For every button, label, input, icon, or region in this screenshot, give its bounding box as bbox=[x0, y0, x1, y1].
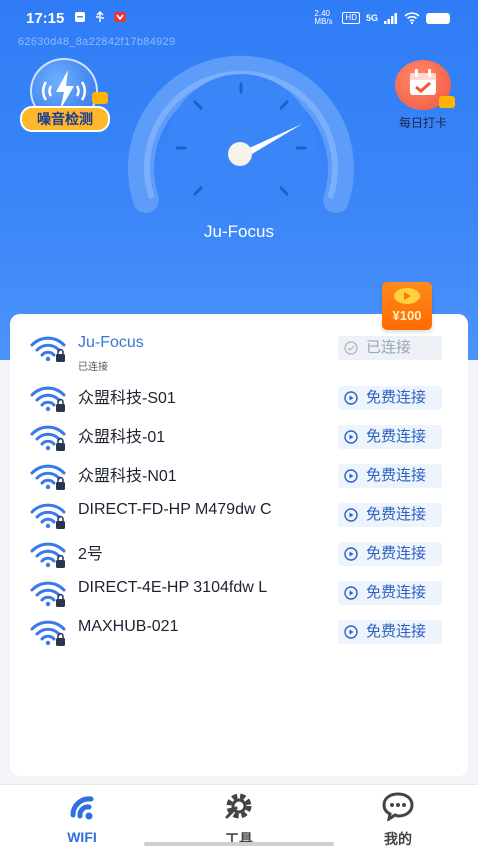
wifi-lock-icon bbox=[30, 336, 66, 362]
wifi-network-row[interactable]: 众盟科技-N01 免费连接 bbox=[30, 458, 450, 494]
tab-profile-label: 我的 bbox=[384, 831, 412, 847]
connect-button-label: 免费连接 bbox=[366, 506, 427, 523]
wifi-network-name: Ju-Focus bbox=[78, 334, 144, 351]
signal-icon bbox=[384, 12, 397, 24]
wifi-network-name: 众盟科技-01 bbox=[78, 429, 166, 446]
tab-tools[interactable]: 工具 bbox=[189, 791, 289, 849]
play-circle-icon bbox=[344, 586, 358, 600]
play-circle-icon bbox=[344, 391, 358, 405]
wifi-connection-status: 已连接 bbox=[78, 362, 108, 373]
daily-checkin-label: 每日打卡 bbox=[398, 116, 447, 130]
speed-gauge bbox=[128, 55, 354, 222]
free-connect-button[interactable]: 免费连接 bbox=[338, 542, 442, 566]
status-bar: 17:15 2.40 MB/s HD 5G bbox=[0, 0, 478, 36]
wifi-lock-icon bbox=[30, 425, 66, 451]
wifi-lock-icon bbox=[30, 464, 66, 490]
battery-icon bbox=[426, 12, 450, 24]
wifi-network-name: DIRECT-FD-HP M479dw C bbox=[78, 501, 272, 518]
free-connect-button[interactable]: 免费连接 bbox=[338, 620, 442, 644]
wifi-lock-icon bbox=[30, 386, 66, 412]
status-notification-icons bbox=[74, 11, 126, 23]
play-icon bbox=[394, 288, 420, 304]
video-badge-icon bbox=[92, 92, 108, 104]
wifi-network-row[interactable]: Ju-Focus 已连接 已连接 bbox=[30, 330, 450, 373]
wifi-status-icon bbox=[404, 12, 420, 24]
wifi-network-row[interactable]: MAXHUB-021 免费连接 bbox=[30, 614, 450, 650]
wifi-tab-icon bbox=[70, 796, 94, 820]
play-circle-icon bbox=[344, 508, 358, 522]
free-connect-button[interactable]: 免费连接 bbox=[338, 464, 442, 488]
play-circle-icon bbox=[344, 430, 358, 444]
free-connect-button[interactable]: 免费连接 bbox=[338, 425, 442, 449]
wifi-lock-icon bbox=[30, 620, 66, 646]
wifi-network-row[interactable]: DIRECT-4E-HP 3104fdw L 免费连接 bbox=[30, 575, 450, 611]
wifi-lock-icon bbox=[30, 581, 66, 607]
wifi-network-row[interactable]: 众盟科技-01 免费连接 bbox=[30, 419, 450, 455]
tools-gear-icon bbox=[225, 793, 252, 819]
wifi-lock-icon bbox=[30, 542, 66, 568]
noise-test-button[interactable]: 噪音检测 bbox=[20, 58, 110, 132]
wifi-lock-icon bbox=[30, 503, 66, 529]
wifi-network-row[interactable]: 众盟科技-S01 免费连接 bbox=[30, 380, 450, 416]
wifi-network-name: 众盟科技-N01 bbox=[78, 468, 177, 485]
device-id: 62630d48_8a22842f17b84929 bbox=[18, 36, 176, 48]
home-indicator bbox=[144, 842, 334, 846]
free-connect-button[interactable]: 免费连接 bbox=[338, 386, 442, 410]
tab-wifi-label: WIFI bbox=[67, 829, 97, 845]
signal-label: 5G bbox=[365, 13, 378, 23]
wifi-network-name: DIRECT-4E-HP 3104fdw L bbox=[78, 579, 268, 596]
usb-icon bbox=[96, 11, 104, 22]
tab-tools-label: 工具 bbox=[225, 831, 253, 847]
free-connect-button[interactable]: 免费连接 bbox=[338, 503, 442, 527]
wifi-network-name: MAXHUB-021 bbox=[78, 618, 179, 635]
wifi-network-row[interactable]: 2号 免费连接 bbox=[30, 536, 450, 572]
status-system-icons: 2.40 MB/s HD 5G bbox=[314, 10, 450, 26]
connect-button-label: 已连接 bbox=[366, 339, 412, 356]
chat-bubble-icon bbox=[382, 792, 414, 821]
clipboard-icon bbox=[75, 12, 85, 22]
tab-wifi[interactable]: WIFI bbox=[32, 791, 132, 845]
video-badge-icon bbox=[439, 96, 455, 108]
daily-checkin-button[interactable]: 每日打卡 bbox=[388, 60, 458, 132]
connect-button-label: 免费连接 bbox=[366, 545, 427, 562]
reward-red-packet[interactable]: ¥100 bbox=[382, 282, 432, 330]
hd-badge: HD bbox=[342, 12, 360, 24]
connect-button-label: 免费连接 bbox=[366, 428, 427, 445]
bottom-tab-bar: WIFI 工具 我的 bbox=[0, 784, 478, 851]
calendar-icon bbox=[395, 60, 455, 110]
current-ssid-title: Ju-Focus bbox=[204, 222, 274, 241]
connect-button-label: 免费连接 bbox=[366, 623, 427, 640]
connect-button-label: 免费连接 bbox=[366, 467, 427, 484]
tab-profile[interactable]: 我的 bbox=[348, 791, 448, 849]
wifi-network-row[interactable]: DIRECT-FD-HP M479dw C 免费连接 bbox=[30, 497, 450, 533]
noise-test-label: 噪音检测 bbox=[20, 106, 110, 132]
wifi-network-name: 众盟科技-S01 bbox=[78, 390, 176, 407]
connected-button: 已连接 bbox=[338, 336, 442, 360]
play-circle-icon bbox=[344, 547, 358, 561]
reward-amount: ¥100 bbox=[392, 308, 422, 323]
check-circle-icon bbox=[344, 341, 358, 355]
wifi-network-name: 2号 bbox=[78, 546, 103, 563]
net-speed: 2.40 MB/s bbox=[314, 9, 333, 26]
free-connect-button[interactable]: 免费连接 bbox=[338, 581, 442, 605]
play-circle-icon bbox=[344, 469, 358, 483]
connect-button-label: 免费连接 bbox=[366, 584, 427, 601]
status-time: 17:15 bbox=[26, 10, 65, 27]
play-circle-icon bbox=[344, 625, 358, 639]
app-notification-icon bbox=[114, 12, 126, 22]
connect-button-label: 免费连接 bbox=[366, 389, 427, 406]
